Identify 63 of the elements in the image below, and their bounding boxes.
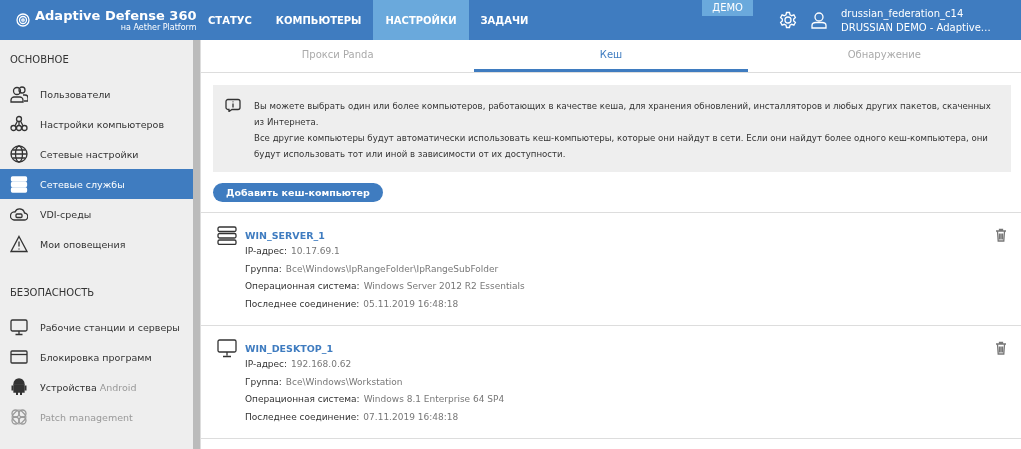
sidebar-item[interactable]: Настройки компьютеров [0, 109, 193, 139]
target-logo-icon [16, 13, 30, 27]
user-name[interactable]: drussian_federation_c14 [841, 7, 1021, 19]
add-cache-button[interactable]: Добавить кеш-компьютер [213, 183, 383, 202]
tab[interactable]: Обнаружение [747, 40, 1021, 72]
field-value: Все\Windows\IpRangeFolder\IpRangeSubFolder [285, 263, 499, 274]
field-value: 07.11.2019 16:48:18 [363, 411, 459, 422]
field-value: 05.11.2019 16:48:18 [363, 298, 459, 309]
cloud-icon [10, 205, 28, 223]
trash-icon[interactable] [995, 228, 1007, 242]
field-value: Все\Windows\Workstation [285, 376, 403, 387]
patch-icon [10, 408, 28, 426]
field-value: 192.168.0.62 [291, 359, 352, 369]
info-text: Вы можете выбрать один или более компьютеров, работающих в качестве кеша, для хранения обновлений, инсталляторов и любых других пакетов, скаченных из Интернета. [254, 100, 992, 129]
section-heading: ОСНОВНОЕ [9, 53, 70, 67]
product-subtitle: на Aether Platform [120, 23, 197, 32]
network-nodes-icon [10, 115, 28, 133]
sidebar-item[interactable]: Мои оповещения [0, 229, 193, 259]
server-stack-icon [217, 226, 237, 245]
monitor-icon [10, 318, 28, 336]
section-heading: БЕЗОПАСНОСТЬ [9, 286, 96, 300]
sidebar-item[interactable]: Устройства Android [0, 372, 193, 402]
server-stack-icon [10, 175, 28, 193]
field-label: Последнее соединение: [245, 411, 360, 422]
sidebar-item[interactable]: Блокировка программ [0, 342, 193, 372]
info-text: Все другие компьютеры будут автоматически использовать кеш-компьютеры, которые они найдут в сети. Если они найдут более одного кеш-компьютера, они будут использовать тот или иной в зависимости от их доступности. [254, 132, 989, 161]
nav-tab[interactable]: ЗАДАЧИ [468, 0, 541, 40]
product-title: Adaptive Defense 360 [35, 8, 197, 23]
tab[interactable]: Кеш [474, 40, 748, 72]
info-icon [225, 98, 241, 112]
users-icon [10, 85, 28, 103]
android-icon [10, 378, 28, 396]
scrollbar[interactable] [193, 40, 200, 449]
monitor-icon [217, 339, 237, 358]
nav-tab[interactable]: НАСТРОЙКИ [373, 0, 469, 40]
globe-icon [10, 145, 28, 163]
settings-icon[interactable] [779, 11, 797, 29]
computer-name-link[interactable]: WIN_DESKTOP_1 [245, 343, 987, 354]
warning-icon [10, 235, 28, 253]
field-value: 10.17.69.1 [291, 246, 340, 256]
field-label: IP-адрес: [245, 246, 288, 256]
sidebar-item[interactable]: Пользователи [0, 79, 193, 109]
demo-badge: ДЕМО [702, 0, 753, 16]
field-value: Windows Server 2012 R2 Essentials [363, 281, 525, 291]
sidebar-item[interactable]: Рабочие станции и серверы [0, 312, 193, 342]
sidebar-item[interactable]: Сетевые службы [0, 169, 193, 199]
account-name: DRUSSIAN DEMO - Adaptive… [841, 21, 992, 33]
field-label: Группа: [245, 263, 282, 274]
field-label: Операционная система: [245, 394, 360, 404]
field-value: Windows 8.1 Enterprise 64 SP4 [363, 394, 505, 404]
trash-icon[interactable] [995, 341, 1007, 355]
field-label: Последнее соединение: [245, 298, 360, 309]
nav-tab[interactable]: СТАТУС [196, 0, 264, 40]
field-label: Операционная система: [245, 281, 360, 291]
user-icon [811, 11, 827, 29]
field-label: Группа: [245, 376, 282, 387]
tab[interactable]: Прокси Panda [201, 40, 475, 72]
sidebar-item[interactable]: Сетевые настройки [0, 139, 193, 169]
sidebar-item[interactable]: VDI-среды [0, 199, 193, 229]
field-label: IP-адрес: [245, 359, 288, 369]
nav-tab[interactable]: КОМПЬЮТЕРЫ [263, 0, 374, 40]
computer-name-link[interactable]: WIN_SERVER_1 [245, 230, 987, 241]
window-icon [10, 348, 28, 366]
